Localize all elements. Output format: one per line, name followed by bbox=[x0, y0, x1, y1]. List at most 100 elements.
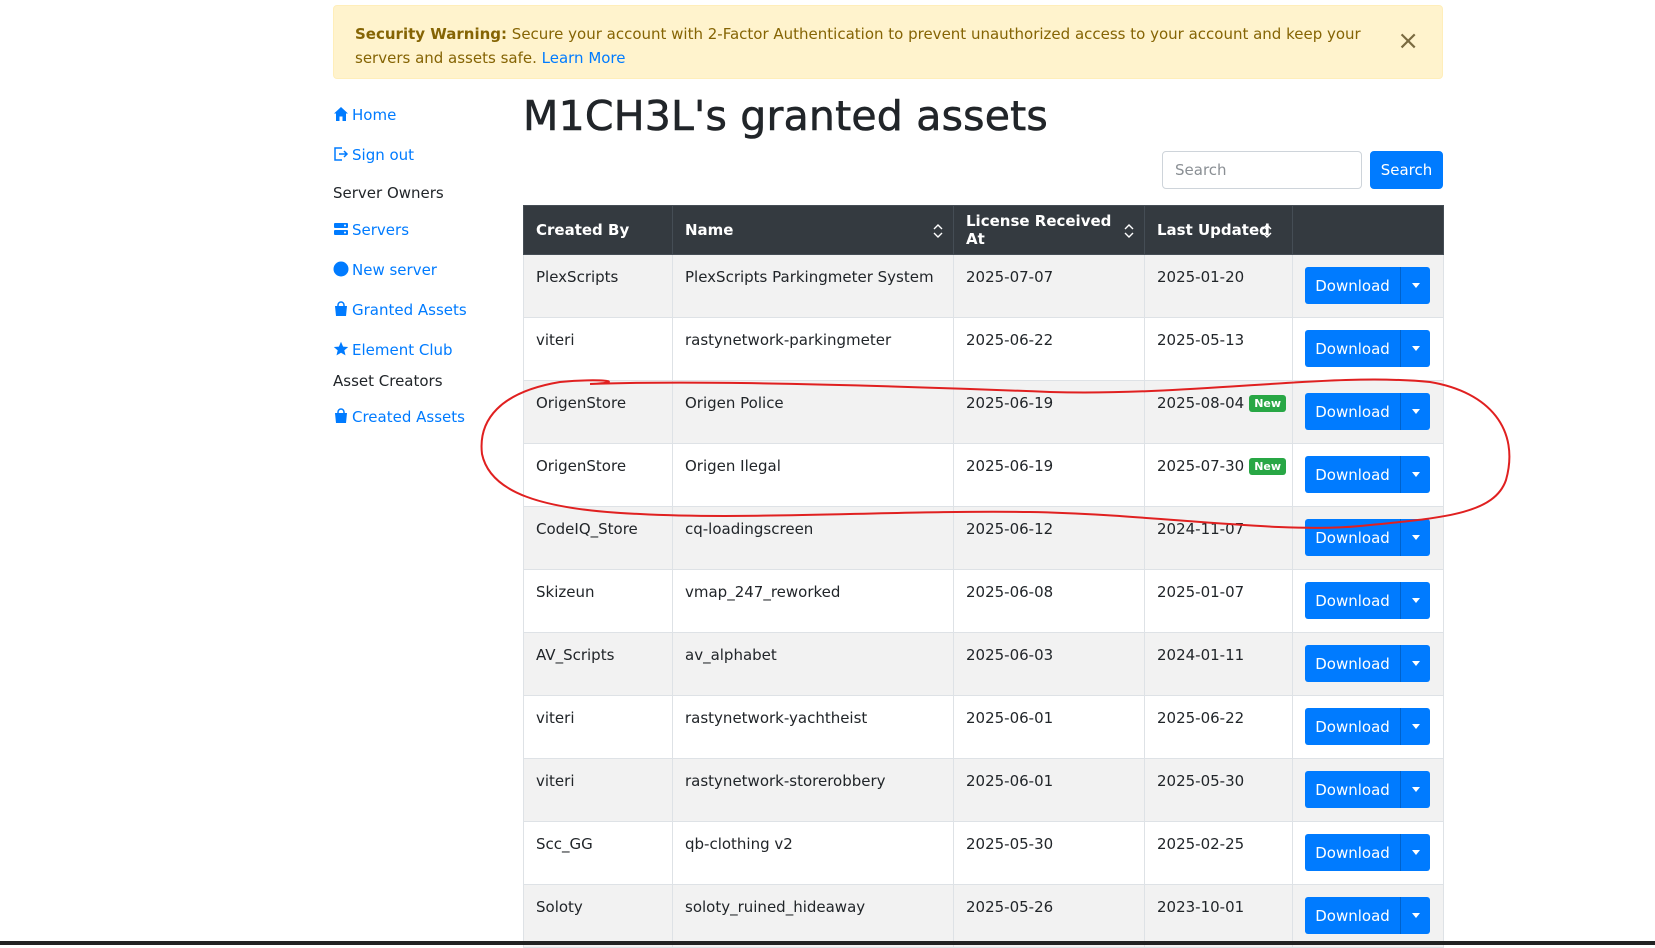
cell-name: rastynetwork-yachtheist bbox=[672, 695, 954, 759]
table-row: OrigenStore Origen Ilegal 2025-06-19 2025-0… bbox=[523, 443, 1444, 507]
table-row: viteri rastynetwork-yachtheist 2025-06-01 2… bbox=[523, 695, 1444, 759]
table-row: AV_Scripts av_alphabet 2025-06-03 2024-01-1… bbox=[523, 632, 1444, 696]
download-button[interactable]: Download bbox=[1305, 582, 1401, 619]
download-dropdown-toggle[interactable] bbox=[1401, 330, 1430, 367]
sidebar-item-created-assets[interactable]: Created Assets bbox=[333, 408, 465, 426]
new-badge: New bbox=[1249, 395, 1287, 412]
alert-title: Security Warning: bbox=[355, 25, 508, 43]
download-button-group: Download bbox=[1305, 330, 1430, 367]
cell-last-updated: 2025-02-25 bbox=[1144, 821, 1293, 885]
download-button-group: Download bbox=[1305, 708, 1430, 745]
download-dropdown-toggle[interactable] bbox=[1401, 645, 1430, 682]
cell-last-updated: 2025-07-30 New bbox=[1144, 443, 1293, 507]
cell-last-updated: 2025-01-20 bbox=[1144, 254, 1293, 318]
cell-created-by: OrigenStore bbox=[523, 443, 673, 507]
cell-last-updated: 2023-10-01 bbox=[1144, 884, 1293, 948]
cell-license-received: 2025-06-19 bbox=[953, 443, 1145, 507]
shopping-bag-icon bbox=[335, 408, 347, 423]
sidebar-item-granted-assets[interactable]: Granted Assets bbox=[333, 301, 467, 319]
cell-license-received: 2025-06-19 bbox=[953, 380, 1145, 444]
cell-actions: Download bbox=[1292, 695, 1444, 759]
download-dropdown-toggle[interactable] bbox=[1401, 267, 1430, 304]
cell-license-received: 2025-06-01 bbox=[953, 695, 1145, 759]
learn-more-link[interactable]: Learn More bbox=[542, 49, 626, 67]
cell-last-updated: 2025-05-13 bbox=[1144, 317, 1293, 381]
star-icon bbox=[333, 341, 349, 356]
cell-created-by: AV_Scripts bbox=[523, 632, 673, 696]
download-button[interactable]: Download bbox=[1305, 645, 1401, 682]
section-asset-creators: Asset Creators bbox=[333, 372, 443, 390]
cell-last-updated: 2025-08-04 New bbox=[1144, 380, 1293, 444]
sort-icon bbox=[1262, 224, 1272, 238]
column-header-name[interactable]: Name bbox=[672, 205, 954, 255]
download-button[interactable]: Download bbox=[1305, 519, 1401, 556]
cell-name: Origen Ilegal bbox=[672, 443, 954, 507]
cell-last-updated: 2024-11-07 bbox=[1144, 506, 1293, 570]
cell-created-by: PlexScripts bbox=[523, 254, 673, 318]
download-button[interactable]: Download bbox=[1305, 393, 1401, 430]
cell-name: PlexScripts Parkingmeter System bbox=[672, 254, 954, 318]
cell-last-updated: 2025-01-07 bbox=[1144, 569, 1293, 633]
download-button[interactable]: Download bbox=[1305, 897, 1401, 934]
table-header-row: Created By Name License Received At Last… bbox=[523, 205, 1444, 255]
section-server-owners: Server Owners bbox=[333, 184, 444, 202]
cell-name: qb-clothing v2 bbox=[672, 821, 954, 885]
cell-license-received: 2025-05-30 bbox=[953, 821, 1145, 885]
download-button-group: Download bbox=[1305, 393, 1430, 430]
column-header-created-by[interactable]: Created By bbox=[523, 205, 673, 255]
cell-created-by: Scc_GG bbox=[523, 821, 673, 885]
download-dropdown-toggle[interactable] bbox=[1401, 582, 1430, 619]
plus-circle-icon bbox=[333, 261, 349, 277]
servers-icon bbox=[334, 223, 348, 235]
column-header-actions bbox=[1292, 205, 1444, 255]
sidebar-item-element-club[interactable]: Element Club bbox=[333, 341, 453, 359]
download-button[interactable]: Download bbox=[1305, 771, 1401, 808]
download-button[interactable]: Download bbox=[1305, 708, 1401, 745]
cell-name: av_alphabet bbox=[672, 632, 954, 696]
column-header-license-received[interactable]: License Received At bbox=[953, 205, 1145, 255]
sidebar-item-servers[interactable]: Servers bbox=[333, 221, 409, 239]
download-button-group: Download bbox=[1305, 645, 1430, 682]
sidebar-item-sign-out[interactable]: Sign out bbox=[333, 146, 414, 164]
search-input[interactable] bbox=[1162, 151, 1362, 189]
download-button[interactable]: Download bbox=[1305, 330, 1401, 367]
search-button[interactable]: Search bbox=[1370, 151, 1443, 189]
download-button-group: Download bbox=[1305, 456, 1430, 493]
column-header-last-updated[interactable]: Last Updated bbox=[1144, 205, 1293, 255]
download-button[interactable]: Download bbox=[1305, 834, 1401, 871]
sign-out-icon bbox=[334, 147, 349, 161]
cell-name: vmap_247_reworked bbox=[672, 569, 954, 633]
download-dropdown-toggle[interactable] bbox=[1401, 393, 1430, 430]
download-dropdown-toggle[interactable] bbox=[1401, 456, 1430, 493]
cell-name: rastynetwork-parkingmeter bbox=[672, 317, 954, 381]
cell-actions: Download bbox=[1292, 884, 1444, 948]
cell-created-by: Soloty bbox=[523, 884, 673, 948]
download-dropdown-toggle[interactable] bbox=[1401, 771, 1430, 808]
cell-name: Origen Police bbox=[672, 380, 954, 444]
cell-name: cq-loadingscreen bbox=[672, 506, 954, 570]
cell-last-updated: 2025-05-30 bbox=[1144, 758, 1293, 822]
close-icon[interactable]: × bbox=[1397, 28, 1419, 54]
sidebar-item-home[interactable]: Home bbox=[333, 106, 396, 124]
cell-created-by: viteri bbox=[523, 695, 673, 759]
download-dropdown-toggle[interactable] bbox=[1401, 897, 1430, 934]
table-row: Soloty soloty_ruined_hideaway 2025-05-26 20… bbox=[523, 884, 1444, 948]
table-row: OrigenStore Origen Police 2025-06-19 2025-0… bbox=[523, 380, 1444, 444]
table-row: CodeIQ_Store cq-loadingscreen 2025-06-12 20… bbox=[523, 506, 1444, 570]
download-dropdown-toggle[interactable] bbox=[1401, 708, 1430, 745]
cell-actions: Download bbox=[1292, 821, 1444, 885]
download-button[interactable]: Download bbox=[1305, 267, 1401, 304]
cell-created-by: Skizeun bbox=[523, 569, 673, 633]
cell-actions: Download bbox=[1292, 569, 1444, 633]
sidebar-item-new-server[interactable]: New server bbox=[333, 261, 437, 279]
download-dropdown-toggle[interactable] bbox=[1401, 519, 1430, 556]
cell-license-received: 2025-06-12 bbox=[953, 506, 1145, 570]
cell-created-by: CodeIQ_Store bbox=[523, 506, 673, 570]
download-button[interactable]: Download bbox=[1305, 456, 1401, 493]
cell-actions: Download bbox=[1292, 632, 1444, 696]
cell-name: rastynetwork-storerobbery bbox=[672, 758, 954, 822]
cell-created-by: OrigenStore bbox=[523, 380, 673, 444]
cell-created-by: viteri bbox=[523, 758, 673, 822]
download-dropdown-toggle[interactable] bbox=[1401, 834, 1430, 871]
cell-license-received: 2025-05-26 bbox=[953, 884, 1145, 948]
